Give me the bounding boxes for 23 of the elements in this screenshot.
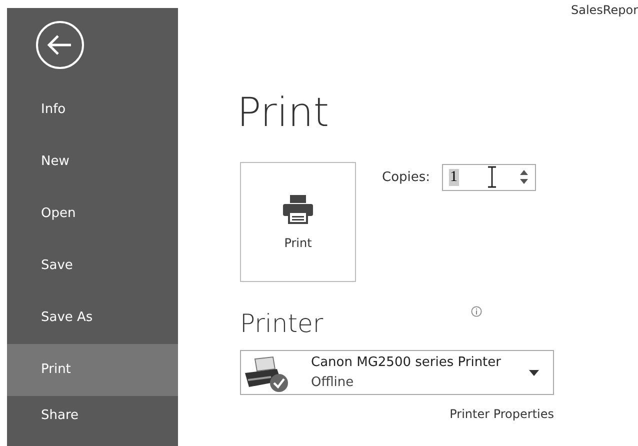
page-title: Print <box>237 89 330 138</box>
printer-status: Offline <box>311 375 355 390</box>
info-icon[interactable] <box>471 306 482 317</box>
sidebar-item[interactable]: Save As <box>7 292 178 344</box>
sidebar-item[interactable]: Print <box>7 344 178 396</box>
document-title: SalesRepor <box>570 3 638 17</box>
back-button[interactable] <box>35 20 85 70</box>
sidebar-item[interactable]: New <box>7 136 178 188</box>
printer-icon <box>281 194 315 224</box>
spinner-arrows-icon[interactable] <box>519 168 530 186</box>
print-button[interactable]: Print <box>240 162 356 282</box>
copies-label: Copies: <box>382 170 430 184</box>
printer-dropdown[interactable]: Canon MG2500 series Printer Offline <box>240 350 554 395</box>
printer-name: Canon MG2500 series Printer <box>311 355 502 370</box>
sidebar-item[interactable]: Save <box>7 240 178 292</box>
text-cursor-icon <box>486 166 497 188</box>
sidebar-item[interactable]: Info <box>7 84 178 136</box>
copies-field[interactable]: 1 <box>442 164 536 190</box>
sidebar-item[interactable]: Share <box>7 396 178 434</box>
sidebar-item[interactable]: Open <box>7 188 178 240</box>
printer-properties-link[interactable]: Printer Properties <box>450 407 554 421</box>
printer-heading: Printer <box>240 308 324 340</box>
dropdown-caret-icon <box>529 370 539 376</box>
